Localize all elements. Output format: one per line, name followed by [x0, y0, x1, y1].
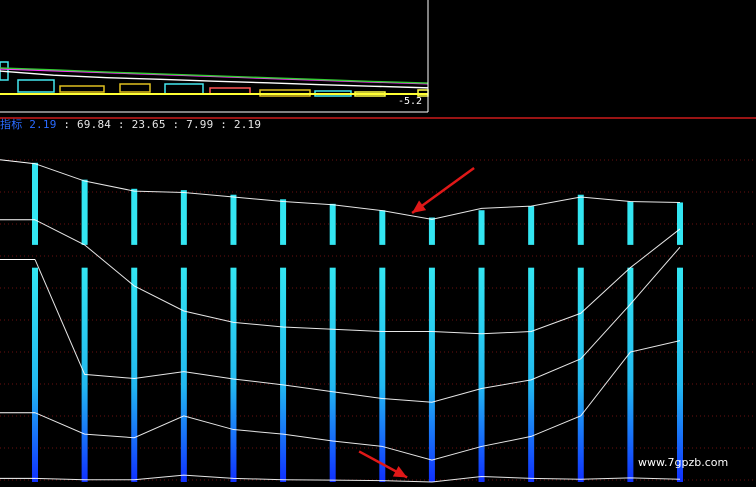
bar-upper-2: [131, 188, 138, 245]
top-panel-value-label: -5.2: [398, 96, 423, 107]
watermark-text: www.7gpzb.com: [638, 456, 729, 469]
annotation-arrow-head-0: [412, 200, 427, 213]
bar-upper-4: [230, 194, 237, 245]
bar-upper-7: [379, 210, 386, 245]
top-candle-2: [59, 85, 105, 93]
chart-stage: 指标 2.19 : 69.84 : 23.65 : 7.99 : 2.19 -5…: [0, 0, 756, 487]
bar-lower-10: [528, 267, 535, 482]
bar-upper-9: [478, 210, 485, 245]
bar-upper-10: [528, 206, 535, 245]
bar-upper-1: [81, 179, 88, 245]
indicator-values: : 69.84 : 23.65 : 7.99 : 2.19: [56, 118, 262, 131]
bar-lower-3: [180, 267, 187, 482]
top-candle-4: [164, 83, 204, 95]
bar-upper-8: [428, 217, 435, 245]
bar-upper-3: [180, 190, 187, 245]
bar-lower-13: [677, 267, 683, 482]
bar-upper-12: [627, 201, 634, 245]
bar-lower-7: [379, 267, 386, 482]
bar-lower-11: [577, 267, 584, 482]
indicator-series-leadin-0: [0, 159, 36, 165]
bar-upper-6: [329, 203, 336, 245]
top-candle-3: [119, 83, 151, 93]
indicator-readout: 指标 2.19 : 69.84 : 23.65 : 7.99 : 2.19: [0, 116, 261, 132]
chart-canvas: [0, 0, 756, 483]
top-candle-1: [17, 79, 55, 93]
bar-upper-11: [577, 194, 584, 245]
bar-lower-2: [131, 267, 138, 482]
bar-lower-0: [32, 267, 38, 482]
bar-upper-13: [677, 202, 683, 245]
indicator-label: 指标 2.19: [0, 118, 57, 131]
bar-lower-12: [627, 267, 634, 482]
bar-upper-5: [280, 199, 287, 245]
bar-lower-8: [428, 267, 435, 482]
bar-lower-4: [230, 267, 237, 482]
bar-upper-0: [32, 162, 38, 245]
bar-lower-6: [329, 267, 336, 482]
bar-lower-5: [280, 267, 287, 482]
bar-lower-9: [478, 267, 485, 482]
